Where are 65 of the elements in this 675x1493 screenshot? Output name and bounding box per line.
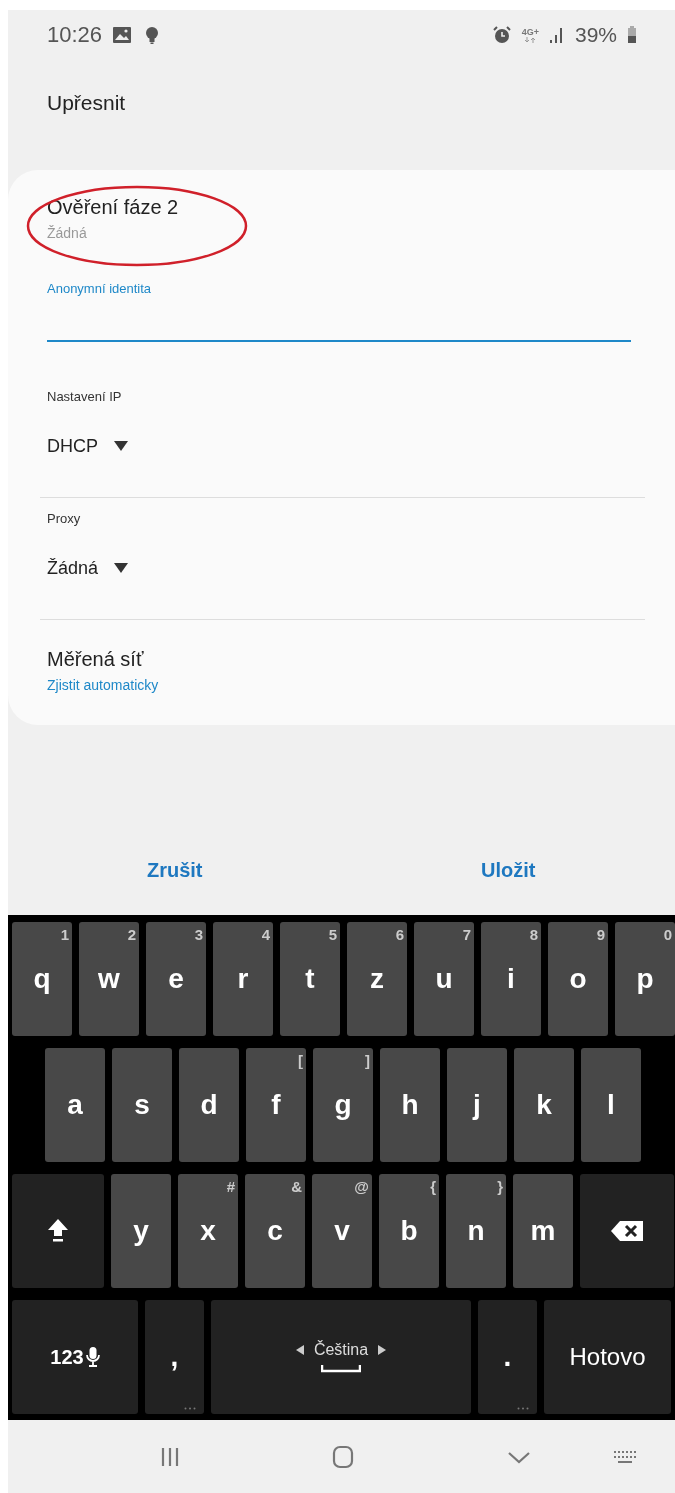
setting-item[interactable]: Měřená síť Zjistit automaticky [40, 644, 675, 716]
keyboard-key[interactable]: a [45, 1048, 105, 1162]
setting-label: Měřená síť [47, 647, 145, 672]
keyboard-key[interactable]: k [514, 1048, 574, 1162]
battery-icon [627, 25, 637, 45]
done-key[interactable]: Hotovo [544, 1300, 671, 1414]
left-arrow-icon [295, 1345, 304, 1355]
keyboard-key[interactable]: v @ [312, 1174, 372, 1288]
keyboard-key[interactable]: l [581, 1048, 641, 1162]
keyboard-key[interactable]: o 9 [548, 922, 608, 1036]
more-icon [184, 1407, 196, 1410]
keyboard-key[interactable]: w 2 [79, 922, 139, 1036]
keyboard-key[interactable]: c & [245, 1174, 305, 1288]
home-icon [331, 1444, 355, 1469]
keyboard-key[interactable]: g ] [313, 1048, 373, 1162]
keyboard-key[interactable]: i 8 [481, 922, 541, 1036]
keyboard-key[interactable]: h [380, 1048, 440, 1162]
keyboard-key[interactable]: u 7 [414, 922, 474, 1036]
microphone-icon [85, 1346, 100, 1368]
field-label: Nastavení IP [47, 388, 123, 406]
keyboard-key[interactable]: z 6 [347, 922, 407, 1036]
setting-value: Žádná [47, 224, 88, 243]
keyboard-key[interactable]: , [145, 1300, 204, 1414]
cancel-button[interactable]: Zrušit [130, 849, 219, 892]
spacebar-icon [321, 1365, 361, 1373]
keyboard-key[interactable]: y [111, 1174, 171, 1288]
network-type: 4G+ [521, 27, 539, 37]
keyboard-key[interactable]: t 5 [280, 922, 340, 1036]
space-key[interactable]: Čeština [211, 1300, 471, 1414]
keyboard-key[interactable]: d [179, 1048, 239, 1162]
keyboard-key[interactable]: p 0 [615, 922, 675, 1036]
field-label: Anonymní identita [47, 280, 153, 298]
right-arrow-icon [378, 1345, 387, 1355]
signal-icon [548, 25, 565, 45]
setting-label: Ověření fáze 2 [47, 195, 180, 220]
battery-percent: 39% [574, 23, 617, 47]
dropdown[interactable]: DHCP [47, 421, 128, 471]
page-title: Upřesnit [47, 90, 127, 116]
clock-time: 10:26 [47, 22, 103, 48]
field-label: Proxy [47, 510, 82, 528]
backspace-key[interactable] [580, 1174, 674, 1288]
caret-icon [114, 563, 129, 573]
keyboard-key[interactable]: e 3 [146, 922, 206, 1036]
symbols-key[interactable]: 123 [12, 1300, 138, 1414]
more-icon [517, 1407, 529, 1410]
data-arrows-icon [524, 37, 537, 43]
keyboard-key[interactable]: s [112, 1048, 172, 1162]
setting-value: Zjistit automaticky [47, 676, 160, 695]
setting-item[interactable]: Ověření fáze 2 Žádná [40, 192, 675, 254]
keyboard-key[interactable]: j [447, 1048, 507, 1162]
caret-icon [114, 441, 128, 451]
keyboard-key[interactable]: m [513, 1174, 573, 1288]
keyboard-key[interactable]: . [478, 1300, 537, 1414]
keyboard-key[interactable]: n } [446, 1174, 506, 1288]
keyboard-key[interactable]: x # [178, 1174, 238, 1288]
alarm-clock-icon [491, 25, 512, 45]
image-icon [112, 25, 133, 45]
keyboard-key[interactable]: q 1 [12, 922, 72, 1036]
dropdown[interactable]: Žádná [47, 543, 129, 593]
save-button[interactable]: Uložit [465, 849, 552, 892]
keyboard-key[interactable]: f [ [246, 1048, 306, 1162]
shift-icon [46, 1217, 70, 1245]
backspace-icon [610, 1220, 644, 1242]
keyboard-key[interactable]: r 4 [213, 922, 273, 1036]
keyboard-key[interactable]: b { [379, 1174, 439, 1288]
